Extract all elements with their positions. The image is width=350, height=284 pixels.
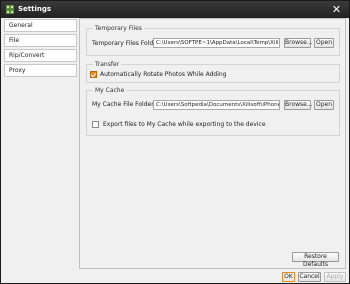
title-bar: Settings ✕ xyxy=(1,1,349,18)
close-icon[interactable]: ✕ xyxy=(330,3,343,16)
restore-defaults-button[interactable]: Restore Defaults xyxy=(292,252,339,268)
sidebar-item-proxy[interactable]: Proxy xyxy=(4,64,77,77)
my-cache-label: My Cache File Folder: xyxy=(92,101,156,108)
my-cache-open-button[interactable]: Open xyxy=(314,100,334,110)
my-cache-group: My Cache My Cache File Folder: C:\Users\… xyxy=(86,87,340,136)
export-to-cache-label: Export files to My Cache while exporting… xyxy=(103,121,266,128)
settings-window: Settings ✕ General File Rip/Convert Prox… xyxy=(0,0,350,284)
auto-rotate-label: Automatically Rotate Photos While Adding xyxy=(100,71,227,78)
my-cache-path-field[interactable]: C:\Users\Softpedia\Documents\Xilisoft\iP… xyxy=(153,100,280,110)
export-to-cache-checkbox[interactable] xyxy=(92,121,99,128)
window-title: Settings xyxy=(18,5,52,13)
my-cache-title: My Cache xyxy=(93,87,127,94)
film-icon xyxy=(6,5,14,14)
temporary-files-group: Temporary Files Temporary Files Folder: … xyxy=(86,25,340,56)
cancel-button[interactable]: Cancel xyxy=(298,272,321,282)
temporary-files-label: Temporary Files Folder: xyxy=(92,40,162,47)
temporary-files-path-field[interactable]: C:\Users\SOFTPE~1\AppData\Local\Temp\Xil… xyxy=(153,38,280,48)
auto-rotate-checkbox[interactable] xyxy=(90,71,97,78)
temporary-files-open-button[interactable]: Open xyxy=(314,38,334,48)
transfer-group: Transfer Automatically Rotate Photos Whi… xyxy=(86,61,340,83)
sidebar-item-general[interactable]: General xyxy=(4,19,77,32)
temporary-files-browse-button[interactable]: Browse... xyxy=(284,38,313,48)
sidebar-item-file[interactable]: File xyxy=(4,34,77,47)
settings-panel: Temporary Files Temporary Files Folder: … xyxy=(79,18,346,269)
my-cache-browse-button[interactable]: Browse... xyxy=(284,100,313,110)
temporary-files-title: Temporary Files xyxy=(93,25,144,32)
ok-button[interactable]: OK xyxy=(282,272,295,282)
apply-button[interactable]: Apply xyxy=(324,272,346,282)
sidebar-item-rip-convert[interactable]: Rip/Convert xyxy=(4,49,77,62)
settings-sidebar: General File Rip/Convert Proxy xyxy=(4,18,77,268)
transfer-title: Transfer xyxy=(93,61,122,68)
